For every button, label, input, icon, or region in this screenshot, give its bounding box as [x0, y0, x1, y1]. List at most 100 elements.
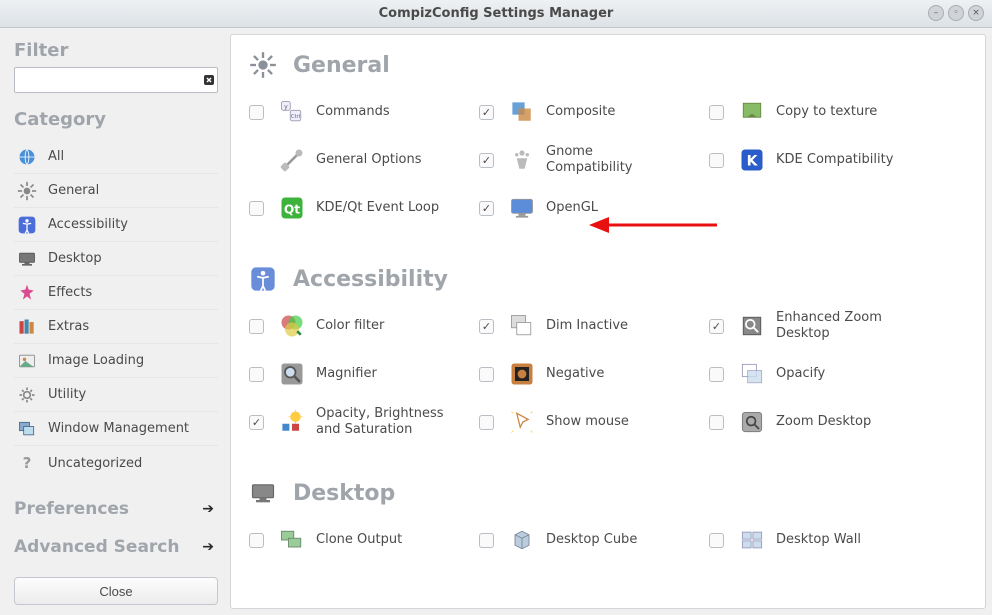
- plugin-label: Negative: [546, 366, 604, 382]
- plugin-checkbox[interactable]: [249, 201, 264, 216]
- plugin-negative[interactable]: Negative: [479, 357, 709, 391]
- section-header-desktop: Desktop: [245, 475, 979, 511]
- enhanced-zoom-icon: [736, 310, 768, 342]
- plugin-checkbox[interactable]: ✓: [249, 415, 264, 430]
- opacify-icon: [736, 358, 768, 390]
- plugin-checkbox[interactable]: [249, 105, 264, 120]
- sidebar-item-effects[interactable]: Effects: [14, 276, 218, 310]
- sidebar-item-label: All: [48, 149, 216, 164]
- minimize-button[interactable]: –: [928, 5, 944, 21]
- advanced-search-link[interactable]: Advanced Search ➔: [14, 528, 218, 566]
- filter-input[interactable]: [19, 71, 203, 90]
- kde-compat-icon: K: [736, 144, 768, 176]
- category-list: All General Accessibility Desktop Effect…: [14, 140, 218, 480]
- sidebar-item-utility[interactable]: Utility: [14, 378, 218, 412]
- desktop-icon: [16, 248, 38, 270]
- plugin-copy-to-texture[interactable]: Copy to texture: [709, 95, 939, 129]
- filter-input-wrap[interactable]: [14, 67, 218, 93]
- gear-icon: [16, 180, 38, 202]
- maximize-button[interactable]: ◦: [948, 5, 964, 21]
- clone-output-icon: [276, 524, 308, 556]
- sidebar-item-general[interactable]: General: [14, 174, 218, 208]
- plugin-magnifier[interactable]: Magnifier: [249, 357, 479, 391]
- plugin-gnome-compatibility[interactable]: ✓ Gnome Compatibility: [479, 143, 709, 177]
- category-heading: Category: [14, 109, 218, 130]
- sidebar-item-extras[interactable]: Extras: [14, 310, 218, 344]
- plugin-grid-desktop: Clone Output Desktop Cube Desktop Wall: [249, 523, 979, 557]
- plugin-opengl[interactable]: ✓ OpenGL: [479, 191, 709, 225]
- extras-icon: [16, 316, 38, 338]
- image-loading-icon: [16, 350, 38, 372]
- plugin-zoom-desktop[interactable]: Zoom Desktop: [709, 405, 939, 439]
- plugin-color-filter[interactable]: Color filter: [249, 309, 479, 343]
- plugin-label: Zoom Desktop: [776, 414, 871, 430]
- plugin-checkbox[interactable]: [249, 319, 264, 334]
- plugin-enhanced-zoom[interactable]: ✓ Enhanced Zoom Desktop: [709, 309, 939, 343]
- plugin-grid-accessibility: Color filter ✓ Dim Inactive ✓ Enhanced Z…: [249, 309, 979, 439]
- plugin-opacify[interactable]: Opacify: [709, 357, 939, 391]
- sidebar-item-uncategorized[interactable]: ? Uncategorized: [14, 446, 218, 480]
- plugin-label: Composite: [546, 104, 615, 120]
- plugin-desktop-wall[interactable]: Desktop Wall: [709, 523, 939, 557]
- plugin-composite[interactable]: ✓ Composite: [479, 95, 709, 129]
- show-mouse-icon: [506, 406, 538, 438]
- plugin-checkbox[interactable]: [709, 533, 724, 548]
- sidebar-item-accessibility[interactable]: Accessibility: [14, 208, 218, 242]
- plugin-checkbox[interactable]: ✓: [709, 319, 724, 334]
- sidebar-item-label: Extras: [48, 319, 216, 334]
- copy-to-texture-icon: [736, 96, 768, 128]
- clear-filter-icon[interactable]: [203, 73, 217, 87]
- plugin-dim-inactive[interactable]: ✓ Dim Inactive: [479, 309, 709, 343]
- preferences-label: Preferences: [14, 499, 129, 519]
- sidebar-item-image-loading[interactable]: Image Loading: [14, 344, 218, 378]
- plugin-checkbox[interactable]: ✓: [479, 201, 494, 216]
- settings-content[interactable]: General yCtrl Commands ✓ Composite Copy …: [230, 34, 986, 609]
- magnifier-icon: [276, 358, 308, 390]
- plugin-label: Commands: [316, 104, 390, 120]
- plugin-label: Magnifier: [316, 366, 377, 382]
- plugin-checkbox[interactable]: [709, 105, 724, 120]
- plugin-label: Copy to texture: [776, 104, 877, 120]
- window-management-icon: [16, 418, 38, 440]
- window-title: CompizConfig Settings Manager: [379, 6, 614, 21]
- plugin-checkbox[interactable]: [249, 533, 264, 548]
- sidebar-item-window-management[interactable]: Window Management: [14, 412, 218, 446]
- plugin-checkbox[interactable]: [709, 367, 724, 382]
- preferences-link[interactable]: Preferences ➔: [14, 490, 218, 528]
- sidebar: Filter Category All General Accessibilit…: [0, 28, 228, 615]
- plugin-desktop-cube[interactable]: Desktop Cube: [479, 523, 709, 557]
- plugin-checkbox[interactable]: [709, 415, 724, 430]
- plugin-checkbox[interactable]: [479, 415, 494, 430]
- plugin-commands[interactable]: yCtrl Commands: [249, 95, 479, 129]
- close-button[interactable]: Close: [14, 577, 218, 605]
- zoom-desktop-icon: [736, 406, 768, 438]
- plugin-general-options[interactable]: General Options: [249, 143, 479, 177]
- sidebar-item-label: Effects: [48, 285, 216, 300]
- plugin-opacity-brightness[interactable]: ✓ Opacity, Brightness and Saturation: [249, 405, 479, 439]
- svg-text:?: ?: [23, 454, 32, 472]
- plugin-checkbox[interactable]: ✓: [479, 319, 494, 334]
- plugin-show-mouse[interactable]: Show mouse: [479, 405, 709, 439]
- advanced-search-label: Advanced Search: [14, 537, 179, 557]
- kde-qt-event-loop-icon: Qt: [276, 192, 308, 224]
- plugin-label: Color filter: [316, 318, 384, 334]
- plugin-checkbox[interactable]: ✓: [479, 105, 494, 120]
- window-titlebar: CompizConfig Settings Manager – ◦ ×: [0, 0, 992, 28]
- plugin-kde-compatibility[interactable]: K KDE Compatibility: [709, 143, 939, 177]
- accessibility-icon: [245, 261, 281, 297]
- plugin-checkbox[interactable]: [479, 367, 494, 382]
- sidebar-item-all[interactable]: All: [14, 140, 218, 174]
- uncategorized-icon: ?: [16, 452, 38, 474]
- utility-icon: [16, 384, 38, 406]
- plugin-checkbox[interactable]: ✓: [479, 153, 494, 168]
- close-window-button[interactable]: ×: [968, 5, 984, 21]
- plugin-checkbox[interactable]: [709, 153, 724, 168]
- plugin-checkbox[interactable]: [249, 367, 264, 382]
- plugin-grid-general: yCtrl Commands ✓ Composite Copy to textu…: [249, 95, 979, 225]
- plugin-kde-qt-event-loop[interactable]: Qt KDE/Qt Event Loop: [249, 191, 479, 225]
- plugin-clone-output[interactable]: Clone Output: [249, 523, 479, 557]
- sidebar-item-desktop[interactable]: Desktop: [14, 242, 218, 276]
- plugin-label: Opacify: [776, 366, 825, 382]
- plugin-checkbox[interactable]: [479, 533, 494, 548]
- plugin-label: Clone Output: [316, 532, 402, 548]
